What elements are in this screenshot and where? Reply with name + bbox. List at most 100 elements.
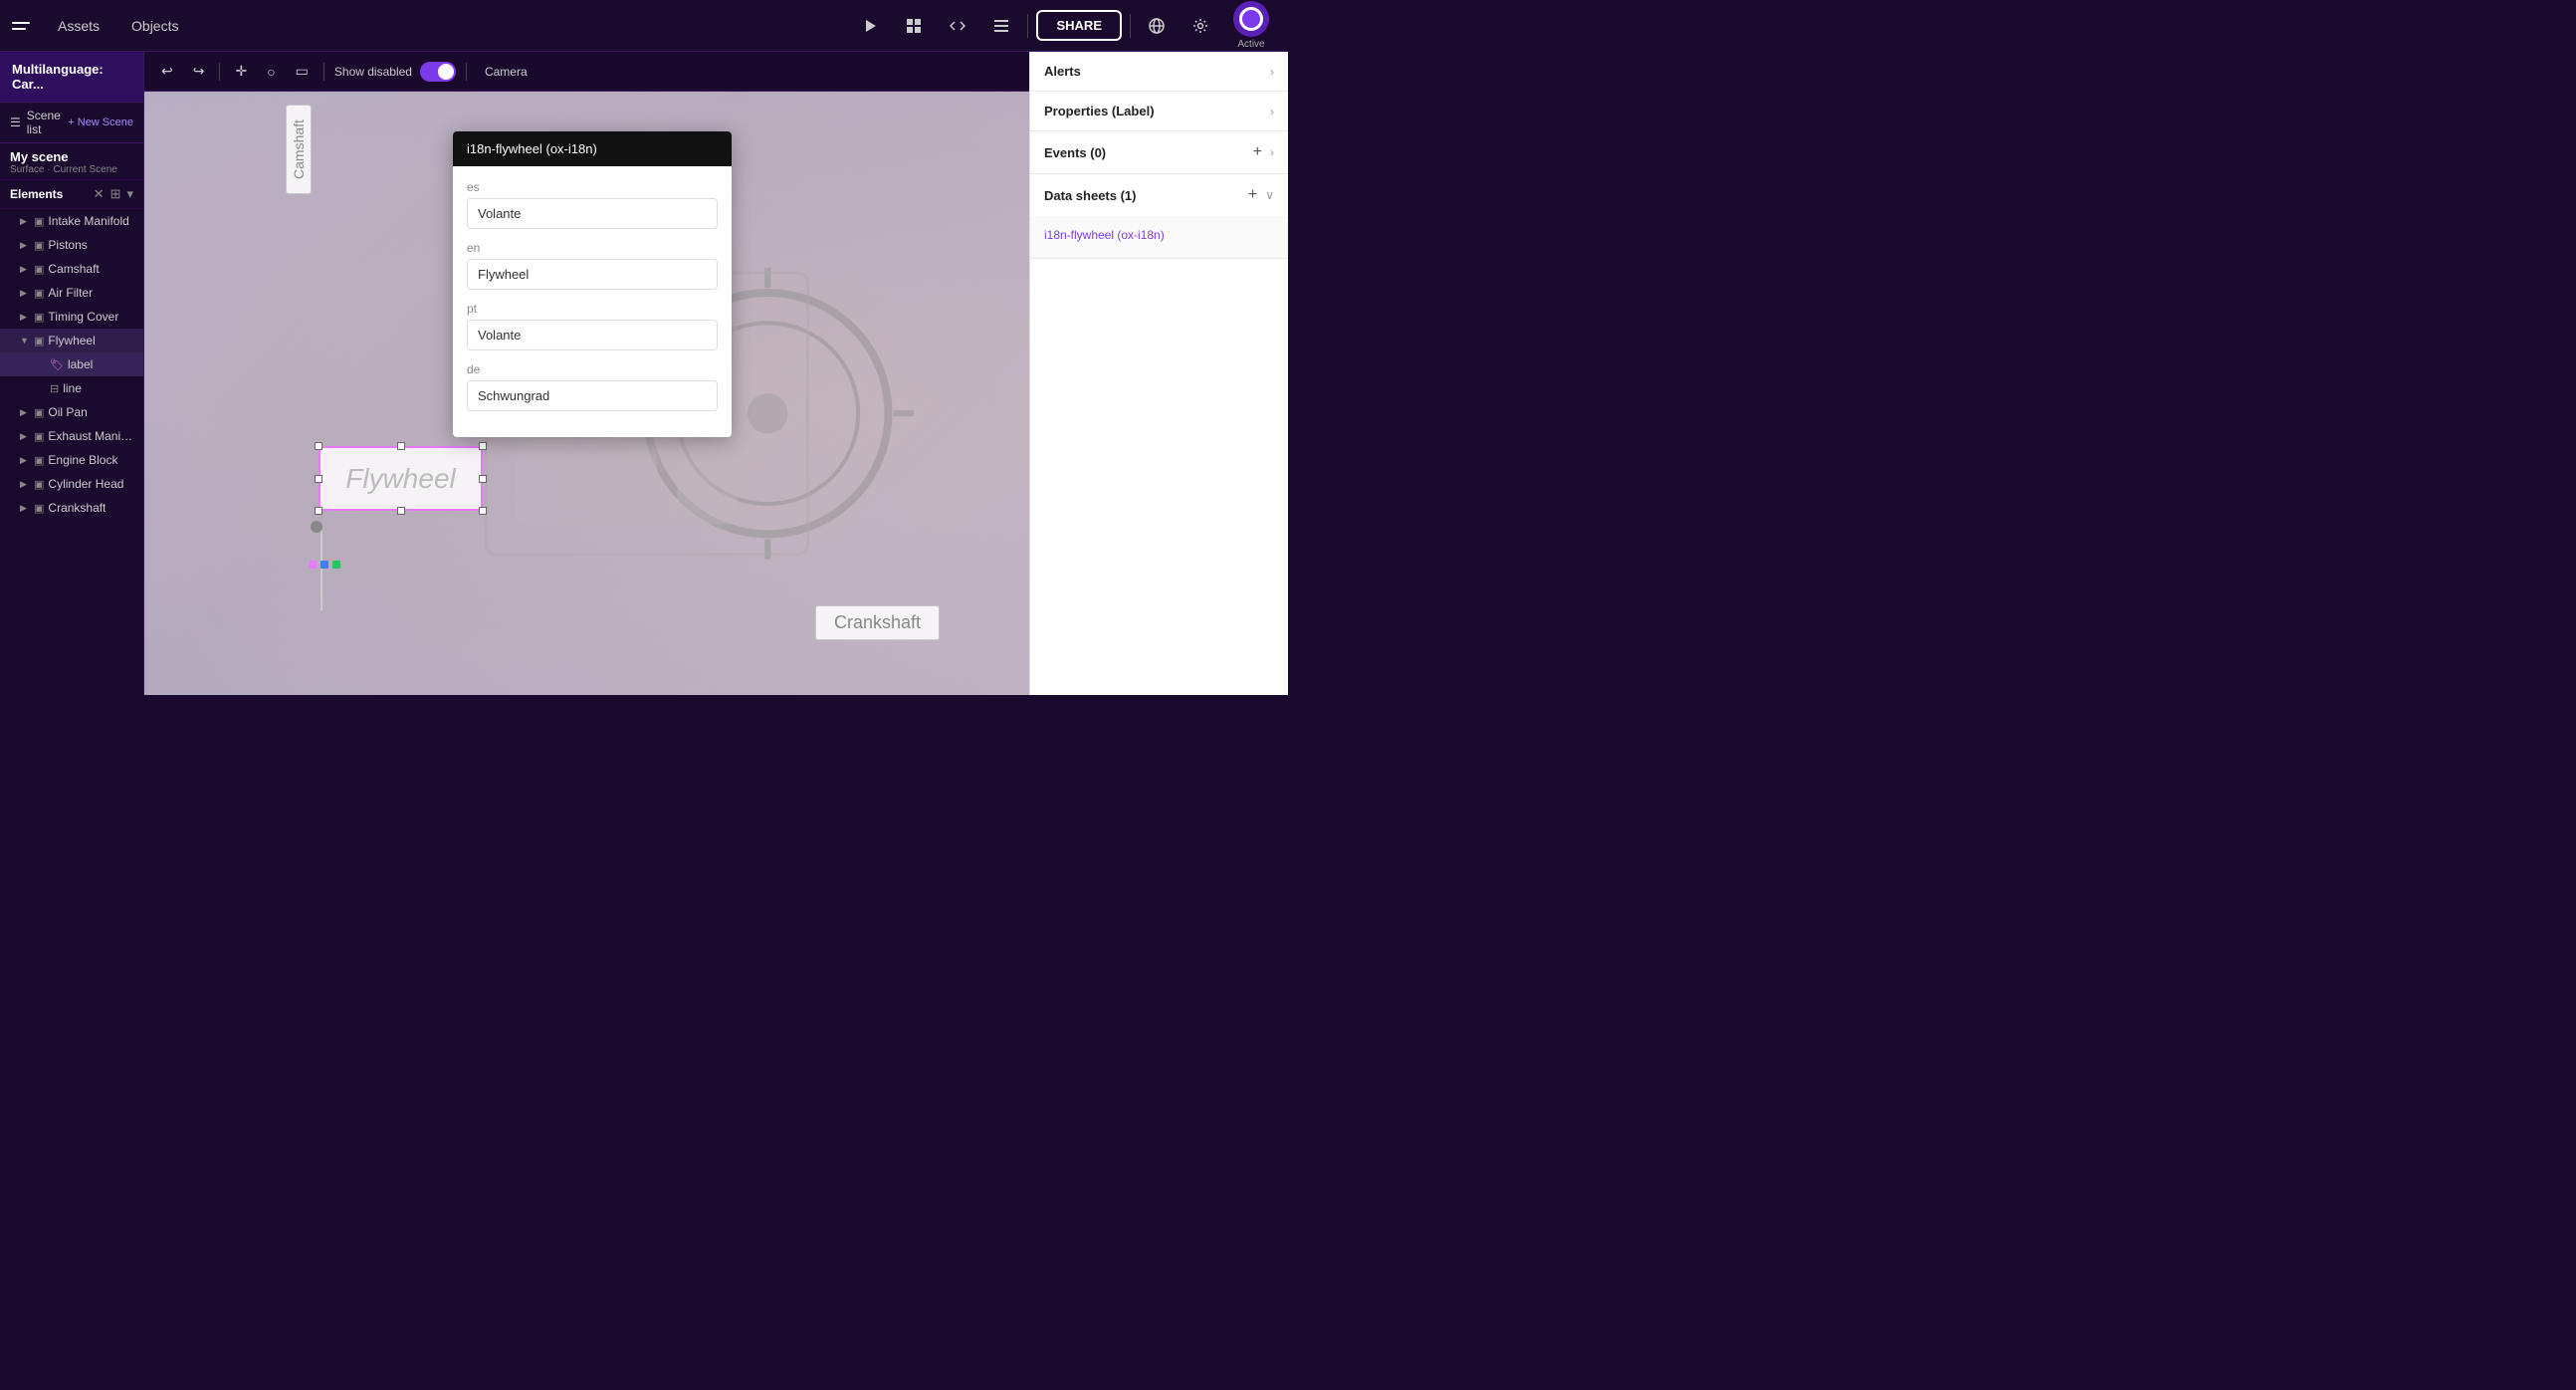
move-tool-button[interactable]: ✛ — [230, 60, 252, 83]
scene-name: My scene — [10, 149, 133, 164]
left-sidebar: Multilanguage: Car... ☰ Scene list + New… — [0, 52, 144, 695]
i18n-popup-header: i18n-flywheel (ox-i18n) — [453, 131, 732, 166]
list-button[interactable] — [983, 8, 1019, 44]
menu-icon[interactable] — [12, 15, 34, 37]
settings-button[interactable] — [1182, 8, 1218, 44]
chevron-down-icon[interactable]: ▾ — [126, 186, 133, 202]
events-row[interactable]: Events (0) + › — [1030, 131, 1288, 173]
folder-icon: ▣ — [34, 311, 44, 324]
show-disabled-toggle[interactable] — [420, 62, 456, 82]
events-title: Events (0) — [1044, 145, 1106, 160]
nav-controls: SHARE Active — [852, 1, 1276, 50]
circle-tool-button[interactable]: ○ — [262, 61, 280, 83]
close-elements-icon[interactable]: ✕ — [94, 186, 105, 202]
toolbar-sep-3 — [466, 63, 467, 81]
folder-icon: ▣ — [34, 239, 44, 252]
tree-item-crankshaft[interactable]: ▶ ▣ Crankshaft — [0, 496, 143, 520]
canvas-viewport[interactable]: Camshaft Pis Crankshaft — [144, 92, 1029, 695]
i18n-field-en: en — [467, 241, 718, 290]
chevron-icon: ▶ — [20, 407, 30, 418]
data-sheets-row[interactable]: Data sheets (1) + ∨ — [1030, 174, 1288, 216]
item-label: Cylinder Head — [48, 477, 123, 491]
chevron-icon: ▶ — [20, 288, 30, 299]
elements-list: ▶ ▣ Intake Manifold ▶ ▣ Pistons ▶ ▣ Cams… — [0, 209, 143, 695]
chevron-icon: ▼ — [20, 336, 30, 346]
i18n-popup: i18n-flywheel (ox-i18n) es en pt — [453, 131, 732, 437]
nav-divider — [1027, 14, 1028, 38]
project-title: Multilanguage: Car... — [0, 52, 143, 103]
i18n-lang-es: es — [467, 180, 718, 194]
canvas-toolbar: ↩ ↪ ✛ ○ ▭ Show disabled Camera — [144, 52, 1029, 92]
item-label: Crankshaft — [48, 501, 106, 515]
camera-label: Camera — [477, 65, 536, 79]
tree-item-engine-block[interactable]: ▶ ▣ Engine Block — [0, 448, 143, 472]
tree-item-camshaft[interactable]: ▶ ▣ Camshaft — [0, 257, 143, 281]
chevron-icon: ▶ — [20, 455, 30, 466]
tree-item-pistons[interactable]: ▶ ▣ Pistons — [0, 233, 143, 257]
assets-button[interactable]: Assets — [50, 14, 107, 38]
chevron-icon: ▶ — [20, 240, 30, 251]
folder-icon: ▣ — [34, 263, 44, 276]
data-sheets-actions: + ∨ — [1248, 186, 1274, 204]
scene-bar: ☰ Scene list + New Scene — [0, 103, 143, 143]
data-sheets-add-icon[interactable]: + — [1248, 186, 1257, 204]
item-label: line — [63, 381, 82, 395]
data-sheet-item[interactable]: i18n-flywheel (ox-i18n) — [1044, 224, 1274, 246]
toggle-knob — [438, 64, 454, 80]
tree-item-cylinder-head[interactable]: ▶ ▣ Cylinder Head — [0, 472, 143, 496]
scene-info: My scene Surface · Current Scene — [0, 143, 143, 180]
item-label: Timing Cover — [48, 310, 118, 324]
folder-icon: ▣ — [34, 430, 44, 443]
data-sheets-title: Data sheets (1) — [1044, 188, 1136, 203]
flywheel-label-text: Flywheel — [345, 463, 455, 495]
objects-button[interactable]: Objects — [123, 14, 186, 38]
i18n-input-de[interactable] — [467, 380, 718, 411]
handle-magenta — [309, 561, 317, 569]
tree-item-exhaust-manifold[interactable]: ▶ ▣ Exhaust Manifold — [0, 424, 143, 448]
code-button[interactable] — [940, 8, 975, 44]
globe-button[interactable] — [1139, 8, 1175, 44]
item-label: Oil Pan — [48, 405, 87, 419]
i18n-input-en[interactable] — [467, 259, 718, 290]
chevron-icon: ▶ — [20, 431, 30, 442]
alerts-actions: › — [1270, 65, 1274, 79]
tree-item-timing-cover[interactable]: ▶ ▣ Timing Cover — [0, 305, 143, 329]
grid-button[interactable] — [896, 8, 932, 44]
flywheel-label-box[interactable]: Flywheel — [319, 446, 483, 511]
add-folder-icon[interactable]: ⊞ — [110, 186, 121, 202]
line-icon: ⊟ — [50, 382, 59, 395]
i18n-input-pt[interactable] — [467, 320, 718, 350]
scene-sub: Surface · Current Scene — [10, 164, 133, 175]
label-icon: 🏷 — [50, 358, 64, 371]
scene-list-button[interactable]: ☰ Scene list — [10, 109, 68, 136]
tree-item-oil-pan[interactable]: ▶ ▣ Oil Pan — [0, 400, 143, 424]
properties-row[interactable]: Properties (Label) › — [1030, 92, 1288, 130]
redo-button[interactable]: ↪ — [188, 60, 210, 83]
active-dot-inner — [1239, 7, 1263, 31]
play-button[interactable] — [852, 8, 888, 44]
scene-list-label: Scene list — [27, 109, 69, 136]
canvas-area: ↩ ↪ ✛ ○ ▭ Show disabled Camera — [144, 52, 1029, 695]
i18n-input-es[interactable] — [467, 198, 718, 229]
tree-item-intake-manifold[interactable]: ▶ ▣ Intake Manifold — [0, 209, 143, 233]
item-label: Intake Manifold — [48, 214, 128, 228]
main-layout: Multilanguage: Car... ☰ Scene list + New… — [0, 52, 1288, 695]
undo-button[interactable]: ↩ — [156, 60, 178, 83]
events-section: Events (0) + › — [1030, 131, 1288, 174]
nav-left: Assets Objects — [12, 14, 186, 38]
events-add-icon[interactable]: + — [1253, 143, 1262, 161]
tree-item-label[interactable]: 🏷 label — [0, 352, 143, 376]
chevron-icon: ▶ — [20, 503, 30, 514]
tree-item-air-filter[interactable]: ▶ ▣ Air Filter — [0, 281, 143, 305]
folder-icon: ▣ — [34, 502, 44, 515]
alerts-row[interactable]: Alerts › — [1030, 52, 1288, 91]
properties-section: Properties (Label) › — [1030, 92, 1288, 131]
tree-item-flywheel[interactable]: ▼ ▣ Flywheel — [0, 329, 143, 352]
camshaft-canvas-label: Camshaft — [286, 105, 312, 194]
i18n-field-es: es — [467, 180, 718, 229]
item-label: Pistons — [48, 238, 87, 252]
rect-tool-button[interactable]: ▭ — [291, 60, 314, 83]
share-button[interactable]: SHARE — [1036, 10, 1122, 41]
new-scene-button[interactable]: + New Scene — [68, 116, 133, 128]
tree-item-line[interactable]: ⊟ line — [0, 376, 143, 400]
